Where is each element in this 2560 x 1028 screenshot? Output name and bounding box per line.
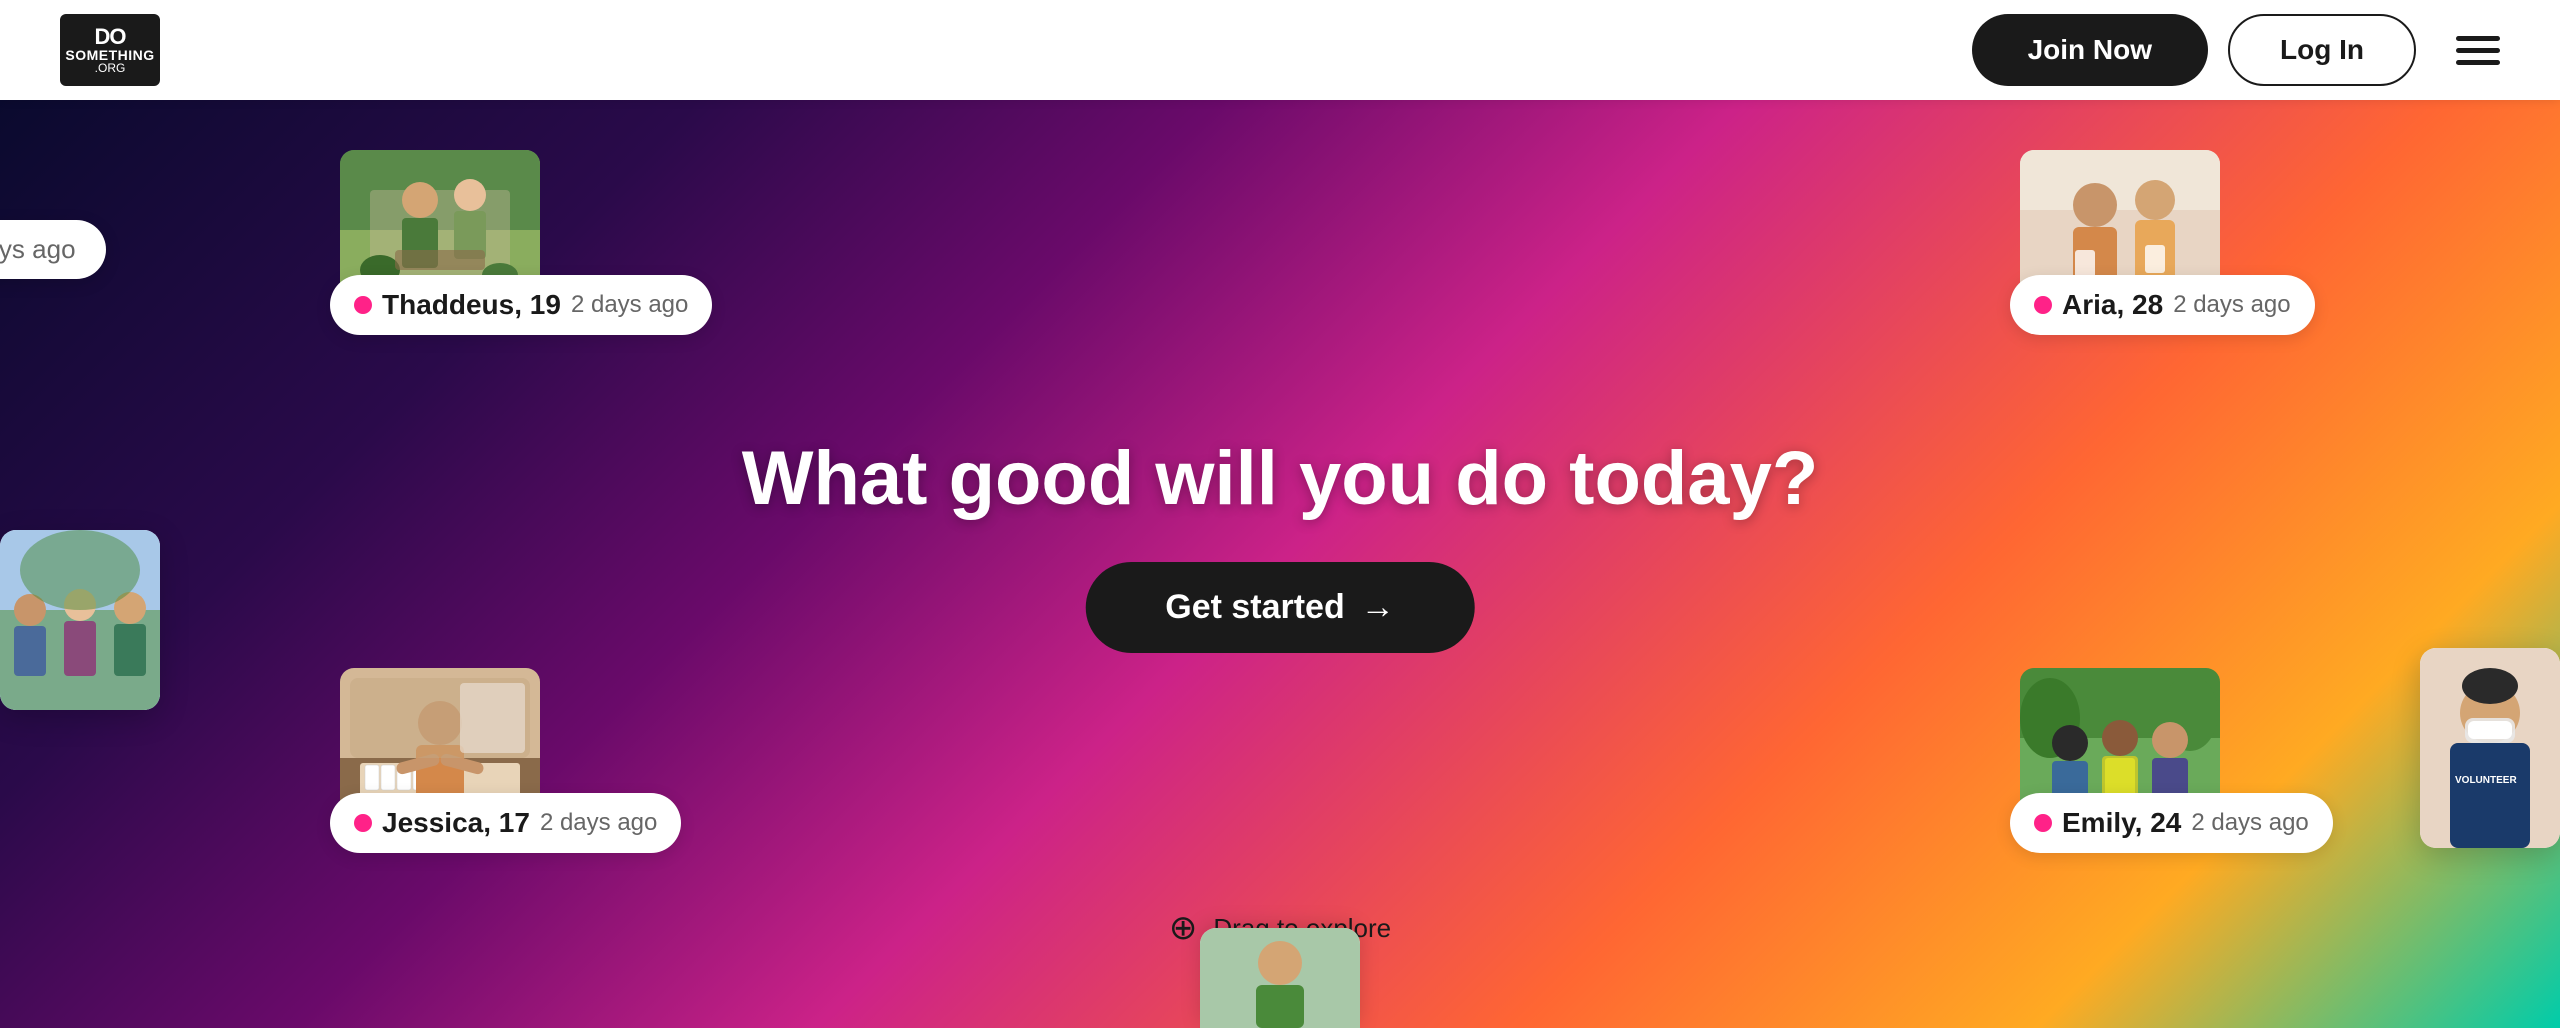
card-left-edge	[0, 530, 160, 710]
pink-dot	[354, 296, 372, 314]
get-started-button[interactable]: Get started →	[1085, 562, 1475, 653]
card-jessica-label: Jessica, 17 2 days ago	[330, 793, 681, 853]
card-aria: Aria, 28 2 days ago	[2020, 150, 2220, 310]
pink-dot-aria	[2034, 296, 2052, 314]
arrow-right-icon: →	[1361, 588, 1395, 627]
hero-center: What good will you do today? Get started…	[742, 435, 1819, 653]
join-now-button[interactable]: Join Now	[1972, 14, 2208, 86]
nav-actions: Join Now Log In	[1972, 14, 2500, 86]
card-aria-label: Aria, 28 2 days ago	[2010, 275, 2315, 335]
partial-card-left: days ago	[0, 220, 106, 279]
drag-icon: ⊕	[1169, 908, 1198, 948]
hamburger-menu[interactable]	[2456, 36, 2500, 65]
login-button[interactable]: Log In	[2228, 14, 2416, 86]
pink-dot-jessica	[354, 814, 372, 832]
card-thaddeus-label: Thaddeus, 19 2 days ago	[330, 275, 712, 335]
card-bottom-center	[1200, 928, 1360, 1028]
hero-section: days ago	[0, 100, 2560, 1028]
hero-headline: What good will you do today?	[742, 435, 1819, 522]
card-right-edge: VOLUNTEER	[2420, 648, 2560, 848]
hamburger-line-2	[2456, 48, 2500, 53]
navbar: DO SOMETHING .ORG Join Now Log In	[0, 0, 2560, 100]
hamburger-line-1	[2456, 36, 2500, 41]
logo[interactable]: DO SOMETHING .ORG	[60, 14, 160, 86]
pink-dot-emily	[2034, 814, 2052, 832]
card-jessica: Jessica, 17 2 days ago	[340, 668, 540, 828]
card-emily: Emily, 24 2 days ago	[2020, 668, 2220, 828]
card-emily-label: Emily, 24 2 days ago	[2010, 793, 2333, 853]
svg-text:VOLUNTEER: VOLUNTEER	[2455, 775, 2517, 786]
hamburger-line-3	[2456, 60, 2500, 65]
card-thaddeus: Thaddeus, 19 2 days ago	[340, 150, 540, 310]
